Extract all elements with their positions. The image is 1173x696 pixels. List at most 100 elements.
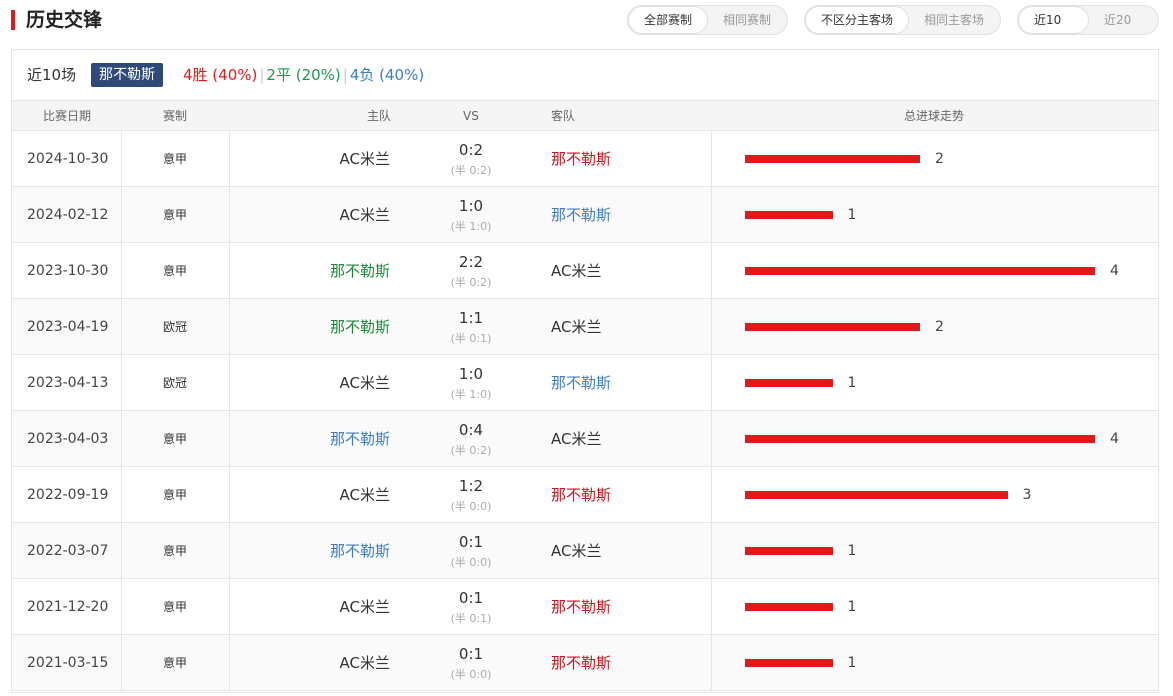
match-score: 1:2 <box>458 477 484 495</box>
home-team[interactable]: AC米兰 <box>340 150 390 168</box>
filter-all-competitions[interactable]: 全部赛制 <box>628 6 709 34</box>
home-team[interactable]: 那不勒斯 <box>330 430 390 448</box>
draws-stat: 2平 (20%) <box>266 66 341 84</box>
table-row: 2021-12-20 意甲 AC米兰 0:1 (半 0:1) 那不勒斯 1 <box>12 579 1158 635</box>
total-goals: 1 <box>847 207 857 223</box>
table-row: 2024-10-30 意甲 AC米兰 0:2 (半 0:2) 那不勒斯 2 <box>12 131 1158 187</box>
match-competition: 意甲 <box>163 600 188 614</box>
away-team[interactable]: 那不勒斯 <box>551 654 611 672</box>
section-header: 历史交锋 全部赛制 相同赛制 不区分主客场 相同主客场 近10场 近20场 <box>0 0 1173 42</box>
total-goals: 1 <box>847 375 857 391</box>
table-row: 2022-09-19 意甲 AC米兰 1:2 (半 0:0) 那不勒斯 3 <box>12 467 1158 523</box>
away-team[interactable]: 那不勒斯 <box>551 374 611 392</box>
goal-trend-bar <box>745 379 833 387</box>
table-row: 2023-04-19 欧冠 那不勒斯 1:1 (半 0:1) AC米兰 2 <box>12 299 1158 355</box>
halftime-score: (半 1:0) <box>450 388 492 401</box>
match-competition: 意甲 <box>163 152 188 166</box>
home-team[interactable]: AC米兰 <box>340 374 390 392</box>
filter-same-competition[interactable]: 相同赛制 <box>708 6 786 34</box>
away-team[interactable]: AC米兰 <box>551 430 601 448</box>
table-row: 2024-02-12 意甲 AC米兰 1:0 (半 1:0) 那不勒斯 1 <box>12 187 1158 243</box>
away-team[interactable]: AC米兰 <box>551 542 601 560</box>
match-competition: 欧冠 <box>163 320 188 334</box>
losses-stat: 4负 (40%) <box>349 66 425 84</box>
total-goals: 4 <box>1110 431 1119 447</box>
match-score: 2:2 <box>458 253 484 271</box>
goal-trend-bar <box>745 267 1095 275</box>
col-competition: 赛制 <box>163 109 188 123</box>
filter-last-10[interactable]: 近10场 <box>1018 6 1089 34</box>
total-goals: 1 <box>847 655 857 671</box>
away-team[interactable]: AC米兰 <box>551 262 601 280</box>
match-score: 0:2 <box>458 141 484 159</box>
team-badge: 那不勒斯 <box>91 63 163 87</box>
competition-filter: 全部赛制 相同赛制 <box>627 5 788 35</box>
halftime-score: (半 1:0) <box>450 220 492 233</box>
match-date: 2024-02-12 <box>27 207 109 223</box>
halftime-score: (半 0:0) <box>450 500 492 513</box>
total-goals: 3 <box>1022 487 1032 503</box>
match-score: 1:0 <box>458 365 484 383</box>
halftime-score: (半 0:2) <box>450 164 492 177</box>
halftime-score: (半 0:1) <box>450 612 492 625</box>
goal-trend-bar <box>745 435 1095 443</box>
match-date: 2022-03-07 <box>27 543 109 559</box>
home-team[interactable]: 那不勒斯 <box>330 262 390 280</box>
col-vs: VS <box>463 109 479 123</box>
match-score: 1:1 <box>458 309 484 327</box>
match-date: 2023-04-19 <box>27 319 109 335</box>
away-team[interactable]: 那不勒斯 <box>551 206 611 224</box>
match-competition: 欧冠 <box>163 376 188 390</box>
match-competition: 意甲 <box>163 432 188 446</box>
col-date: 比赛日期 <box>43 109 92 123</box>
match-competition: 意甲 <box>163 264 188 278</box>
table-row: 2023-04-13 欧冠 AC米兰 1:0 (半 1:0) 那不勒斯 1 <box>12 355 1158 411</box>
match-score: 0:1 <box>458 533 484 551</box>
away-team[interactable]: AC米兰 <box>551 318 601 336</box>
halftime-score: (半 0:0) <box>450 668 492 681</box>
home-team[interactable]: AC米兰 <box>340 654 390 672</box>
match-score: 0:1 <box>458 645 484 663</box>
away-team[interactable]: 那不勒斯 <box>551 150 611 168</box>
match-date: 2023-04-03 <box>27 431 109 447</box>
home-team[interactable]: AC米兰 <box>340 206 390 224</box>
venue-filter: 不区分主客场 相同主客场 <box>804 5 1001 35</box>
match-score: 0:4 <box>458 421 484 439</box>
halftime-score: (半 0:1) <box>450 332 492 345</box>
count-filter: 近10场 近20场 <box>1017 5 1159 35</box>
total-goals: 4 <box>1110 263 1119 279</box>
goal-trend-bar <box>745 603 833 611</box>
table-row: 2023-04-03 意甲 那不勒斯 0:4 (半 0:2) AC米兰 4 <box>12 411 1158 467</box>
home-team[interactable]: AC米兰 <box>340 598 390 616</box>
summary-stats: 4胜 (40%) | 2平 (20%) | 4负 (40%) <box>183 66 425 84</box>
away-team[interactable]: 那不勒斯 <box>551 598 611 616</box>
match-date: 2024-10-30 <box>27 151 109 167</box>
section-title: 历史交锋 <box>26 9 103 31</box>
total-goals: 2 <box>935 319 944 335</box>
goal-trend-bar <box>745 547 833 555</box>
match-date: 2021-12-20 <box>27 599 109 615</box>
goal-trend-bar <box>745 211 833 219</box>
match-score: 1:0 <box>458 197 484 215</box>
halftime-score: (半 0:2) <box>450 444 492 457</box>
filter-last-20[interactable]: 近20场 <box>1089 6 1158 34</box>
filter-any-venue[interactable]: 不区分主客场 <box>805 6 910 34</box>
away-team[interactable]: 那不勒斯 <box>551 486 611 504</box>
home-team[interactable]: 那不勒斯 <box>330 318 390 336</box>
total-goals: 1 <box>847 543 857 559</box>
match-score: 0:1 <box>458 589 484 607</box>
h2h-panel: 近10场 那不勒斯 4胜 (40%) | 2平 (20%) | 4负 (40%) 比赛日… <box>11 49 1159 693</box>
filter-same-venue[interactable]: 相同主客场 <box>909 6 999 34</box>
table-header: 比赛日期 赛制 主队 VS 客队 总进球走势 <box>12 100 1158 131</box>
match-competition: 意甲 <box>163 656 188 670</box>
match-date: 2023-04-13 <box>27 375 109 391</box>
match-date: 2023-10-30 <box>27 263 109 279</box>
home-team[interactable]: 那不勒斯 <box>330 542 390 560</box>
match-competition: 意甲 <box>163 208 188 222</box>
table-row: 2022-03-07 意甲 那不勒斯 0:1 (半 0:0) AC米兰 1 <box>12 523 1158 579</box>
home-team[interactable]: AC米兰 <box>340 486 390 504</box>
total-goals: 2 <box>935 151 944 167</box>
table-row: 2021-03-15 意甲 AC米兰 0:1 (半 0:0) 那不勒斯 1 <box>12 635 1158 691</box>
col-away: 客队 <box>551 109 576 123</box>
wins-stat: 4胜 (40%) <box>183 66 258 84</box>
